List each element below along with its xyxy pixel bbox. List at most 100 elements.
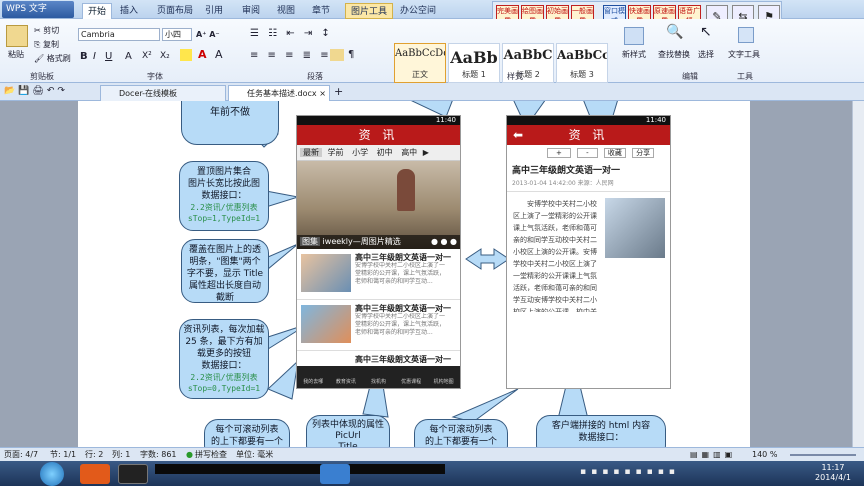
copy-button[interactable]: ⎘ 复制 [34,39,59,50]
news-desc: 安博学校中关村二小校区上演了一堂精彩的公开课，课上气氛活跃，老师和蔼可亲的和同学… [355,313,446,336]
font-size-select[interactable]: 小四 [162,28,192,41]
wps-writer-icon[interactable] [320,464,350,484]
favorite-button[interactable]: 收藏 [603,148,626,158]
share-button[interactable]: 分享 [632,148,655,158]
nav-item[interactable]: 我的去哪 [297,366,330,388]
nav-item[interactable]: 优惠课程 [395,366,428,388]
callout-html-content: 客户端拼接的 html 内容 数据接口： [536,415,666,447]
superscript-icon[interactable]: X² [142,51,152,62]
news-list-item[interactable]: 高中三年级朗文英语一对一 [297,351,460,367]
cut-button[interactable]: ✂ 剪切 [34,25,59,36]
tab-home[interactable]: 开始 [82,3,113,19]
nav-item[interactable]: 机构地图 [427,366,460,388]
find-replace-button[interactable]: 查找替换 [658,49,690,60]
new-style-button[interactable]: 新样式 [622,49,646,60]
news-list-item[interactable]: 高中三年级朗文英语一对一 安博学校中关村二小校区上演了一堂精彩的公开课，课上气氛活… [297,300,460,351]
wps-presentation-icon[interactable] [80,464,110,484]
banner-caption: iweekly—周图片精选 [322,237,401,246]
tab-chapter[interactable]: 章节 [307,3,335,19]
tray-icons[interactable]: ▪▪▪▪▪▪▪▪▪ [580,467,680,477]
back-arrow-icon[interactable]: ⬅ [513,125,523,145]
callout-overlay-bar: 覆盖在图片上的透明条，"图集"两个字不要，显示 Title 属性超出长度自动截断 [181,239,269,303]
list-icons[interactable]: ☰ ☷ ⇤ ⇥ ↕ [250,28,333,39]
category-tab[interactable]: 初中 [374,148,396,157]
category-tab[interactable]: 高中 [398,148,420,157]
status-spell-check[interactable]: 拼写检查 [195,448,227,461]
doc-tab-active[interactable]: 任务基本描述.docx × [228,85,330,101]
tab-insert[interactable]: 插入 [115,3,143,19]
nav-item[interactable]: 找机构 [362,366,395,388]
view-mode-icons[interactable]: ▤▦▥▣ [690,448,736,461]
category-tab[interactable]: 小学 [349,148,371,157]
taskbar-input-bar[interactable] [155,464,445,474]
clock-time: 11:17 [821,463,845,472]
zoom-out-button[interactable]: - [577,148,598,158]
border-icon[interactable] [330,49,344,61]
tab-page-layout[interactable]: 页面布局 [152,3,198,19]
zoom-level: 140 % [752,450,778,459]
banner-image[interactable]: 图集 iweekly—周图片精选 ● ● ● [297,161,460,249]
font-name-select[interactable]: Cambria [78,28,160,41]
banner-figure [397,169,415,211]
app-menu-button[interactable]: WPS 文字 [2,1,74,18]
document-page[interactable]: 年前不做 置顶图片集合 图片长宽比按此图 数据接口： 2.2资讯/优惠列表 sTo… [78,101,750,447]
start-icon[interactable] [40,462,64,486]
status-unit: 单位: 毫米 [236,450,274,459]
status-col: 列: 1 [112,450,131,459]
callout-text: 置顶图片集合 图片长宽比按此图 数据接口： [187,167,260,201]
app-title-bar: 资 讯 [297,125,460,145]
tab-reference[interactable]: 引用 [200,3,228,19]
underline-icon[interactable]: U [105,51,112,62]
doc-tab-docer[interactable]: Docer-在线模板 [100,85,226,101]
highlight-icon[interactable] [180,49,192,61]
app-title-bar: ⬅ 资 讯 [507,125,670,145]
text-tools-button[interactable]: 文字工具 [728,49,760,60]
format-painter-label: 格式刷 [46,54,71,63]
strikethrough-icon[interactable]: A [125,51,132,62]
zoom-in-button[interactable]: + [547,148,571,158]
article-actions: + - 收藏 分享 [507,145,670,161]
clock[interactable]: 11:17 2014/4/1 [806,463,860,483]
copy-icon: ⎘ [34,40,41,49]
char-shading-icon[interactable]: A [215,49,223,60]
vertical-scrollbar[interactable] [852,101,864,447]
chevron-right-icon[interactable]: ▶ [423,148,429,157]
nav-item[interactable]: 教育资讯 [330,366,363,388]
cursor-icon[interactable]: ↖ [700,25,712,39]
font-color-icon[interactable]: A [198,49,207,60]
paste-button[interactable]: 粘贴 [8,49,24,60]
tab-picture-tools[interactable]: 图片工具 [345,3,394,19]
bold-icon[interactable]: B [80,51,88,62]
paragraph-mark-icon[interactable]: ¶ [348,49,354,60]
new-style-icon[interactable] [624,27,644,45]
tab-office-space[interactable]: 办公空间 [395,3,441,19]
tab-review[interactable]: 审阅 [237,3,265,19]
format-painter-button[interactable]: 🖌 格式刷 [34,53,71,64]
subscript-icon[interactable]: X₂ [160,51,170,62]
select-button[interactable]: 选择 [698,49,714,60]
close-icon[interactable]: × [319,86,326,101]
news-list-item[interactable]: 高中三年级朗文英语一对一 安博学校中关村二小校区上演了一堂精彩的公开课，课上气氛活… [297,249,460,300]
style-heading-3[interactable]: AaBbCc 标题 3 [556,43,608,83]
phone-article: 11:40 ⬅ 资 讯 + - 收藏 分享 高中三年级朗文英语一对一 2013-0… [506,115,671,389]
italic-icon[interactable]: I [93,51,96,62]
style-sample: AaBb [450,48,498,67]
category-tab[interactable]: 学前 [325,148,347,157]
binoculars-icon[interactable]: 🔍 [666,25,683,39]
quick-access-icons[interactable]: 📂💾🖨↶↷ [4,86,68,97]
style-normal[interactable]: AaBbCcDd 正文 [394,43,446,83]
grow-font-icon[interactable]: A⁺ A⁻ [196,29,220,40]
article-image [605,198,665,258]
status-time: 11:40 [435,116,456,124]
terminal-icon[interactable] [118,464,148,484]
zoom-slider[interactable] [790,454,856,456]
category-tab[interactable]: 最新 [300,148,322,157]
article-text: 安博学校中关村二小校区上演了一堂精彩的公开课课上气氛活跃，老师和蔼可亲的和同学互… [513,200,597,312]
tab-view[interactable]: 视图 [272,3,300,19]
paste-icon[interactable] [6,25,28,47]
align-icons[interactable]: ≡ ≡ ≡ ≣ ≡ [250,50,332,61]
status-page: 页面: 4/7 [4,450,39,459]
spell-check-icon[interactable]: ● [186,448,193,461]
text-tools-icon[interactable] [738,27,754,43]
new-tab-icon[interactable]: + [334,86,343,97]
